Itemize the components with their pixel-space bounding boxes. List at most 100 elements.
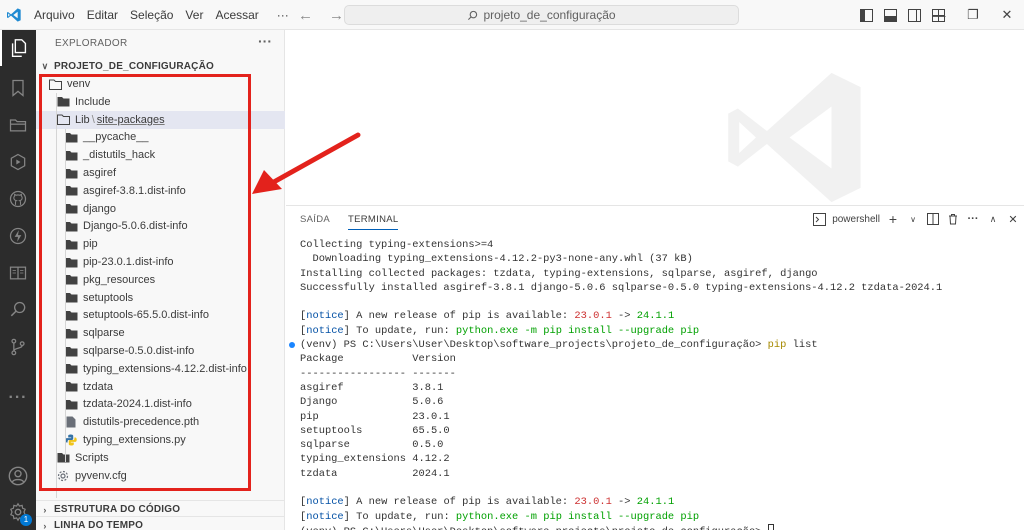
menu-editar[interactable]: Editar <box>81 0 124 30</box>
terminal-text: (venv) PS C:\Users\User\Desktop\software… <box>300 526 768 530</box>
terminal-line: [notice] To update, run: python.exe -m p… <box>300 324 942 338</box>
terminal-text: pip 23.0.1 <box>300 410 450 423</box>
trash-icon[interactable] <box>946 211 960 227</box>
forward-arrow-icon[interactable]: → <box>329 7 344 24</box>
terminal-line: tzdata 2024.1 <box>300 467 942 481</box>
terminal-text: 23.0.1 <box>574 310 612 323</box>
vscode-watermark-icon <box>728 72 861 203</box>
terminal-line: [notice] A new release of pip is availab… <box>300 309 942 323</box>
project-section-label: PROJETO_DE_CONFIGURAÇÃO <box>54 60 214 72</box>
panel-tabs: SAÍDA TERMINAL <box>300 214 399 230</box>
menu-arquivo[interactable]: Arquivo <box>28 0 81 30</box>
timeline-section-label: LINHA DO TEMPO <box>54 520 144 530</box>
close-panel-icon[interactable]: ✕ <box>1006 211 1020 227</box>
annotation-highlight-box <box>39 74 251 491</box>
panel-actions: powershell + ∨ ··· ∧ ✕ <box>812 211 1020 227</box>
terminal-text: 24.1.1 <box>636 310 675 323</box>
toggle-panel-icon[interactable] <box>882 7 898 23</box>
terminal-text: Django 5.0.6 <box>300 396 444 409</box>
source-control-icon[interactable] <box>0 329 36 365</box>
tab-terminal[interactable]: TERMINAL <box>348 214 399 230</box>
terminal-line: (venv) PS C:\Users\User\Desktop\software… <box>300 523 942 530</box>
close-window-icon[interactable]: ✕ <box>990 7 1024 23</box>
terminal-line: Django 5.0.6 <box>300 395 942 409</box>
window-controls: — ❐ ✕ <box>922 0 1024 30</box>
terminal-text: -> <box>611 310 637 323</box>
account-icon[interactable] <box>0 458 36 494</box>
tab-output[interactable]: SAÍDA <box>300 214 330 230</box>
terminal-line: (venv) PS C:\Users\User\Desktop\software… <box>289 338 942 352</box>
terminal-text: ] To update, run: <box>343 510 456 523</box>
terminal-line: asgiref 3.8.1 <box>300 381 942 395</box>
lightning-icon[interactable] <box>0 218 36 254</box>
terminal-line: Successfully installed asgiref-3.8.1 dja… <box>300 281 942 295</box>
run-debug-icon[interactable] <box>0 144 36 180</box>
chevron-down-icon: ∨ <box>41 60 49 71</box>
back-arrow-icon[interactable]: ← <box>298 7 313 24</box>
outline-section-label: ESTRUTURA DO CÓDIGO <box>54 504 181 515</box>
shell-name[interactable]: powershell <box>832 211 880 227</box>
settings-update-badge: 1 <box>20 514 32 526</box>
folder-manager-icon[interactable] <box>0 107 36 143</box>
terminal-text: python.exe -m pip install --upgrade pip <box>455 324 700 337</box>
timeline-section-header[interactable]: › LINHA DO TEMPO <box>36 516 285 530</box>
split-terminal-icon[interactable] <box>926 211 940 227</box>
command-center-search[interactable]: projeto_de_configuração <box>344 5 739 25</box>
menu-ver[interactable]: Ver <box>179 0 209 30</box>
terminal-cursor <box>767 523 774 530</box>
search-icon <box>468 10 478 20</box>
terminal-line: Installing collected packages: tzdata, t… <box>300 267 942 281</box>
maximize-icon[interactable]: ❐ <box>956 7 990 23</box>
terminal-text: 24.1.1 <box>636 496 675 509</box>
terminal-text: Downloading typing_extensions-4.12.2-py3… <box>300 253 693 266</box>
terminal-text: pip <box>767 339 787 352</box>
terminal-text: notice <box>306 324 344 337</box>
more-views-icon[interactable]: ··· <box>0 380 36 416</box>
terminal-text: Collecting typing-extensions>=4 <box>300 239 494 251</box>
toggle-sidebar-icon[interactable] <box>858 7 874 23</box>
chevron-right-icon: › <box>43 520 47 530</box>
terminal-text: ] A new release of pip is available: <box>343 310 575 323</box>
menu-more[interactable]: ··· <box>271 0 295 30</box>
terminal-line: setuptools 65.5.0 <box>300 424 942 438</box>
terminal-text: notice <box>306 510 344 523</box>
explorer-icon[interactable] <box>0 30 36 66</box>
terminal-text: setuptools 65.5.0 <box>300 424 450 437</box>
terminal-line: pip 23.0.1 <box>300 410 942 424</box>
terminal-text: notice <box>306 496 344 509</box>
github-icon[interactable] <box>0 181 36 217</box>
editor-area <box>286 30 1024 205</box>
terminal-line: sqlparse 0.5.0 <box>300 438 942 452</box>
terminal-icon <box>812 211 826 227</box>
terminal-text: Successfully installed asgiref-3.8.1 dja… <box>300 281 943 294</box>
project-section-header[interactable]: ∨ PROJETO_DE_CONFIGURAÇÃO <box>36 57 285 75</box>
more-actions-icon[interactable]: ··· <box>966 211 980 227</box>
menu-bar: Arquivo Editar Seleção Ver Acessar ··· <box>28 0 295 30</box>
terminal-text: typing_extensions 4.12.2 <box>300 453 450 466</box>
settings-gear-icon[interactable]: 1 <box>0 494 36 530</box>
menu-selecao[interactable]: Seleção <box>124 0 179 30</box>
minimize-icon[interactable]: — <box>922 8 956 23</box>
title-bar: Arquivo Editar Seleção Ver Acessar ··· ←… <box>0 0 1024 30</box>
menu-acessar[interactable]: Acessar <box>209 0 264 30</box>
maximize-panel-chevron-icon[interactable]: ∧ <box>986 211 1000 227</box>
book-icon[interactable] <box>0 255 36 291</box>
search-label: projeto_de_configuração <box>483 8 616 22</box>
terminal-text: (venv) PS C:\Users\User\Desktop\software… <box>300 339 768 352</box>
nav-arrows: ← → <box>298 0 344 30</box>
vscode-logo-icon <box>0 0 28 30</box>
chevron-right-icon: › <box>43 504 47 515</box>
terminal-text: Package Version <box>300 353 456 366</box>
new-terminal-plus-icon[interactable]: + <box>886 211 900 227</box>
explorer-more-actions[interactable]: ··· <box>258 33 272 49</box>
terminal-text: asgiref 3.8.1 <box>300 381 444 394</box>
terminal-output[interactable]: Collecting typing-extensions>=4 Download… <box>289 238 942 530</box>
toggle-secondary-sidebar-icon[interactable] <box>906 7 922 23</box>
command-decoration-dot <box>289 342 295 349</box>
bookmark-icon[interactable] <box>0 70 36 106</box>
terminal-line: typing_extensions 4.12.2 <box>300 452 942 466</box>
terminal-dropdown-chevron-icon[interactable]: ∨ <box>906 211 920 227</box>
search-icon[interactable] <box>0 292 36 328</box>
